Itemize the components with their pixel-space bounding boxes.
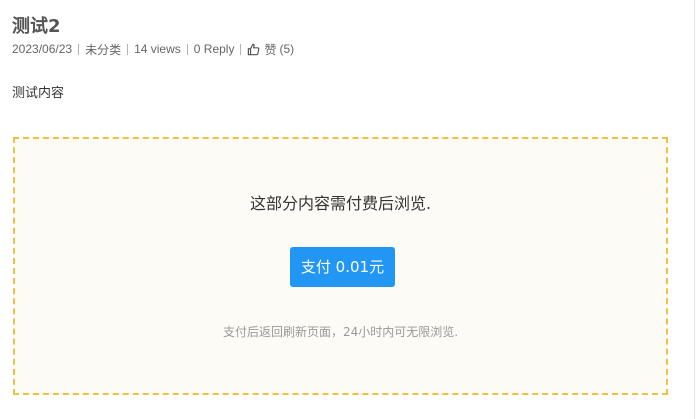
like-button[interactable]: 赞 (5)	[247, 41, 294, 58]
post-category-link[interactable]: 未分类	[85, 41, 121, 58]
post-content: 测试内容	[12, 86, 65, 101]
post-views-count: 14 views	[134, 42, 181, 56]
paywall-box: 这部分内容需付费后浏览. 支付 0.01元 支付后返回刷新页面，24小时内可无限…	[13, 137, 668, 395]
pay-button[interactable]: 支付 0.01元	[290, 247, 395, 287]
meta-divider	[78, 43, 80, 55]
paywall-notice: 这部分内容需付费后浏览.	[249, 194, 432, 213]
like-label: 赞	[264, 42, 277, 57]
post-replies-link[interactable]: 0 Reply	[194, 42, 235, 56]
meta-divider	[186, 43, 188, 55]
paywall-hint: 支付后返回刷新页面，24小时内可无限浏览.	[222, 325, 459, 339]
post-meta: 2023/06/23 未分类 14 views 0 Reply 赞 (5)	[12, 41, 294, 57]
meta-divider	[127, 43, 129, 55]
thumbs-up-icon	[247, 43, 260, 56]
post-title: 测试2	[12, 16, 61, 37]
meta-divider	[240, 43, 242, 55]
like-count: (5)	[279, 42, 295, 56]
page-right-border	[694, 0, 695, 419]
post-date: 2023/06/23	[12, 42, 73, 56]
